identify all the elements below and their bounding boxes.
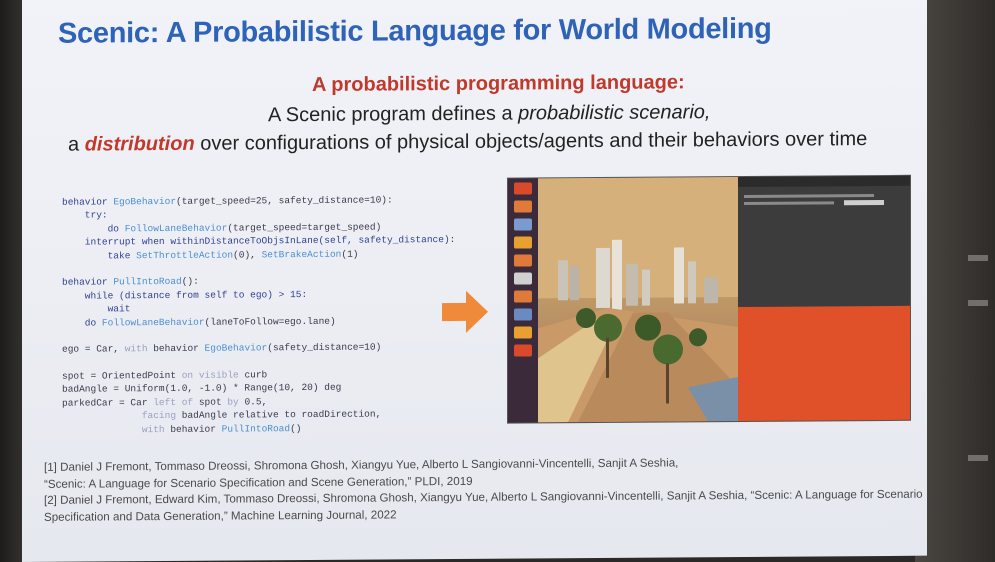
dock-app-icon xyxy=(514,344,532,357)
code-token: SetThrottleAction xyxy=(136,249,234,261)
dock-app-icon xyxy=(514,236,532,249)
dock-app-icon xyxy=(514,200,532,213)
code-token: () xyxy=(290,422,302,434)
code-token: EgoBehavior xyxy=(204,342,268,355)
wall-label xyxy=(968,255,988,261)
dock-app-icon xyxy=(514,218,532,231)
dock-app-icon xyxy=(514,326,532,339)
code-token: parkedCar = Car xyxy=(62,396,154,409)
code-token: (laneToFollow=ego.lane) xyxy=(204,315,336,328)
code-token: (1) xyxy=(341,248,359,260)
references: [1] Daniel J Fremont, Tommaso Dreossi, S… xyxy=(44,454,924,526)
code-token: by xyxy=(227,396,239,408)
code-token: do xyxy=(62,223,125,235)
scenic-code-block: behavior EgoBehavior(target_speed=25, sa… xyxy=(62,193,482,437)
slide-title: Scenic: A Probabilistic Language for Wor… xyxy=(58,12,772,50)
code-token: spot xyxy=(193,396,228,408)
code-token: curb xyxy=(238,369,268,381)
code-token: PullIntoRoad xyxy=(221,422,291,435)
definition-line: A Scenic program defines a probabilistic… xyxy=(268,101,710,127)
slide-subtitle: A probabilistic programming language: xyxy=(312,71,685,96)
code-token: 0.5, xyxy=(238,396,268,408)
code-line: with behavior PullIntoRoad() xyxy=(62,420,482,436)
definition-emphasis: probabilistic scenario, xyxy=(518,101,711,125)
code-token: ego = Car, xyxy=(62,343,125,356)
dock-app-icon xyxy=(514,272,532,285)
definition-text: A Scenic program defines a xyxy=(268,102,519,127)
code-token: FollowLaneBehavior xyxy=(101,316,205,328)
simulation-screenshot xyxy=(508,175,910,423)
arrow-right-icon xyxy=(442,290,488,333)
distribution-prefix: a xyxy=(68,133,85,156)
code-token: behavior xyxy=(62,196,114,208)
city-driving-scene xyxy=(538,177,738,423)
dock-app-icon xyxy=(514,290,532,303)
distribution-word: distribution xyxy=(84,132,195,156)
terminal-output xyxy=(744,192,894,215)
wall-label xyxy=(968,300,988,306)
distribution-suffix: over configurations of physical objects/… xyxy=(194,128,868,155)
code-token: facing xyxy=(141,410,177,422)
code-token: on visible xyxy=(181,369,239,381)
code-token: behavior xyxy=(62,276,114,289)
room-wall-right xyxy=(915,0,995,562)
code-token: do xyxy=(62,316,102,329)
terminal-titlebar xyxy=(738,175,910,188)
code-token: left of xyxy=(153,396,194,408)
code-token: SetBrakeAction xyxy=(261,248,342,260)
code-token: badAngle relative to roadDirection, xyxy=(176,408,382,422)
code-token: FollowLaneBehavior xyxy=(124,222,228,235)
code-token: behavior xyxy=(147,343,205,355)
city-scene-illustration xyxy=(538,177,738,423)
code-token: (): xyxy=(181,276,199,288)
code-token: EgoBehavior xyxy=(113,195,177,208)
desktop-background xyxy=(738,305,910,422)
code-token: take xyxy=(62,249,137,262)
code-token: (0), xyxy=(233,248,262,261)
distribution-line: a distribution over configurations of ph… xyxy=(68,128,867,157)
code-token: spot = OrientedPoint xyxy=(62,369,182,382)
code-token: (target_speed=target_speed) xyxy=(227,221,382,234)
code-token: (safety_distance=10) xyxy=(267,341,382,354)
app-dock xyxy=(508,178,538,423)
wall-label xyxy=(968,455,988,461)
dock-app-icon xyxy=(514,308,532,321)
code-token: (target_speed=25, safety_distance=10): xyxy=(176,194,393,207)
dock-app-icon xyxy=(514,254,532,267)
code-token: behavior xyxy=(164,423,222,435)
code-token: with xyxy=(141,423,165,435)
code-token: with xyxy=(124,343,148,355)
terminal-window xyxy=(738,175,910,308)
terminal-output-lines xyxy=(744,194,884,206)
projected-slide: Scenic: A Probabilistic Language for Wor… xyxy=(22,0,927,562)
dock-app-icon xyxy=(514,182,532,195)
code-token: PullIntoRoad xyxy=(113,276,182,288)
